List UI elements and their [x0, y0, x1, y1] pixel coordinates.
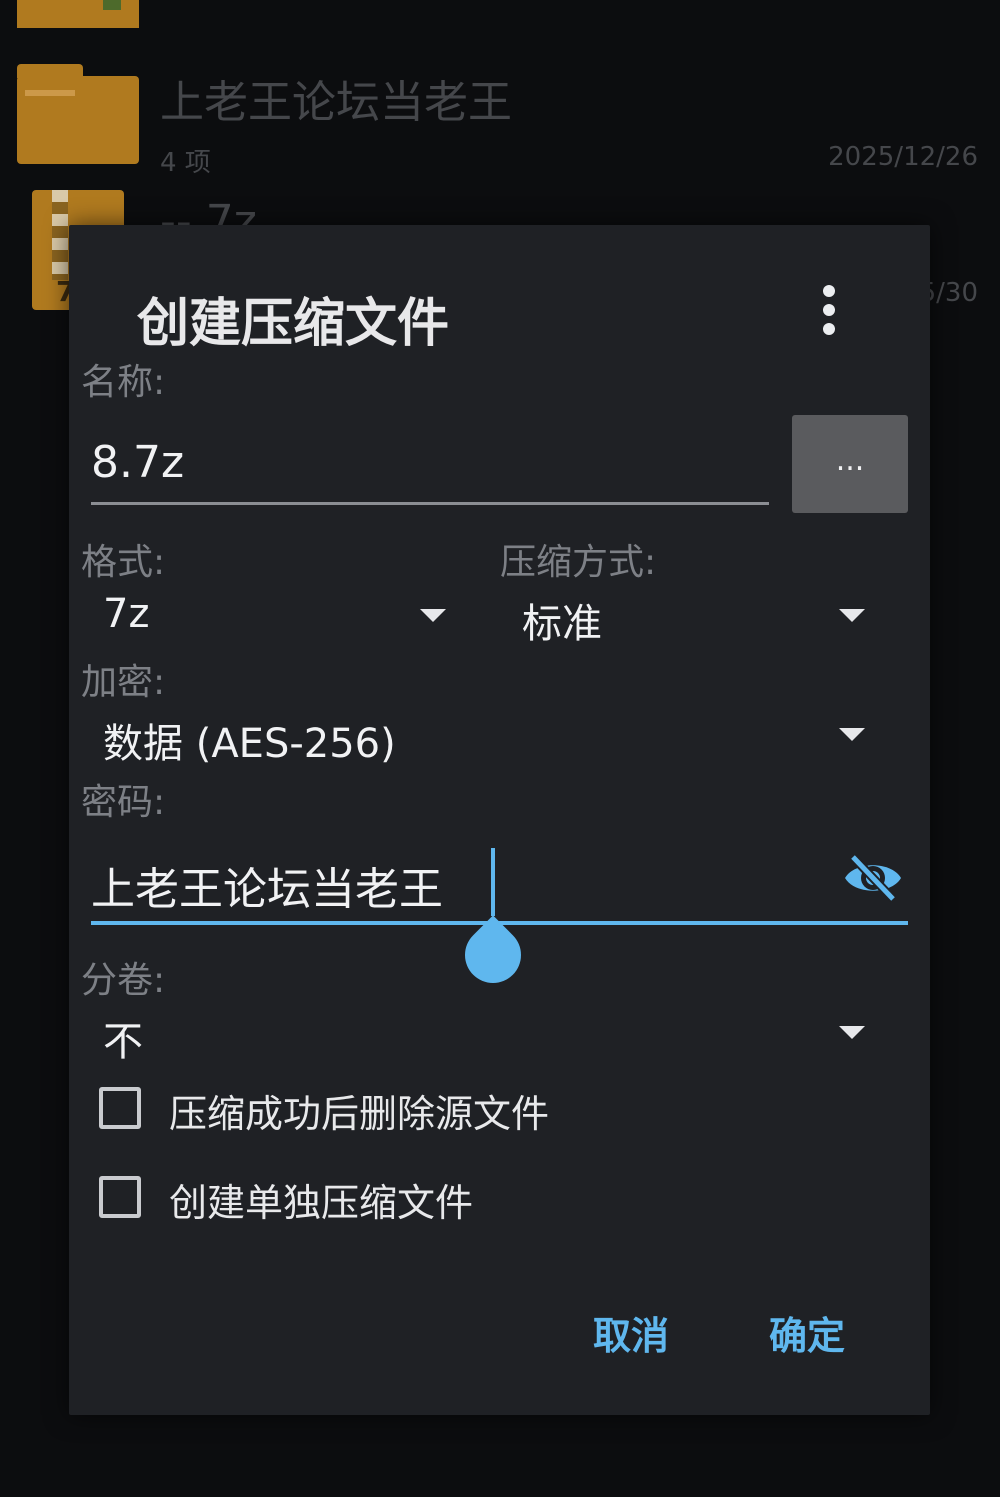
method-dropdown-icon[interactable] [839, 609, 865, 622]
password-label: 密码: [81, 782, 166, 823]
method-select[interactable]: 标准 [522, 591, 602, 649]
text-cursor [491, 848, 495, 916]
delete-source-option[interactable]: 压缩成功后删除源文件 [99, 1081, 699, 1141]
more-vert-icon[interactable] [817, 283, 841, 337]
split-label: 分卷: [81, 960, 166, 1001]
method-label: 压缩方式: [500, 542, 657, 583]
name-label: 名称: [81, 362, 166, 403]
zipper-decoration [52, 190, 68, 280]
ok-button[interactable]: 确定 [769, 1305, 845, 1360]
split-dropdown-icon[interactable] [839, 1026, 865, 1039]
dialog-title: 创建压缩文件 [137, 294, 450, 354]
password-input-underline [91, 921, 908, 925]
encryption-label: 加密: [81, 662, 166, 703]
cursor-handle[interactable] [453, 915, 533, 995]
separate-archives-label: 创建单独压缩文件 [169, 1181, 474, 1225]
delete-source-checkbox[interactable] [99, 1087, 141, 1129]
split-select[interactable]: 不 [103, 1009, 143, 1067]
browse-button[interactable]: ... [792, 415, 908, 513]
delete-source-label: 压缩成功后删除源文件 [169, 1092, 550, 1136]
folder-strip [25, 90, 75, 96]
folder-icon [17, 0, 139, 28]
separate-archives-option[interactable]: 创建单独压缩文件 [99, 1170, 699, 1230]
folder-item-count: 4 项 [160, 148, 211, 178]
format-dropdown-icon[interactable] [420, 609, 446, 622]
eye-off-icon[interactable] [841, 851, 905, 905]
name-input-underline [91, 502, 769, 505]
folder-tab [17, 64, 83, 78]
folder-date: 2025/12/26 [828, 142, 978, 172]
format-label: 格式: [81, 542, 166, 583]
password-input[interactable]: 上老王论坛当老王 [91, 853, 443, 917]
zipper-decoration [103, 0, 121, 10]
separate-archives-checkbox[interactable] [99, 1176, 141, 1218]
encryption-dropdown-icon[interactable] [839, 728, 865, 741]
encryption-select[interactable]: 数据 (AES-256) [103, 711, 396, 769]
cancel-button[interactable]: 取消 [593, 1305, 669, 1360]
create-archive-dialog: 创建压缩文件 名称: 8.7z ... 格式: 7z 压缩方式: 标准 加密: … [69, 225, 930, 1415]
folder-name[interactable]: 上老王论坛当老王 [160, 66, 512, 130]
folder-icon[interactable] [17, 64, 139, 164]
format-select[interactable]: 7z [103, 591, 149, 637]
name-input[interactable]: 8.7z [91, 437, 184, 488]
